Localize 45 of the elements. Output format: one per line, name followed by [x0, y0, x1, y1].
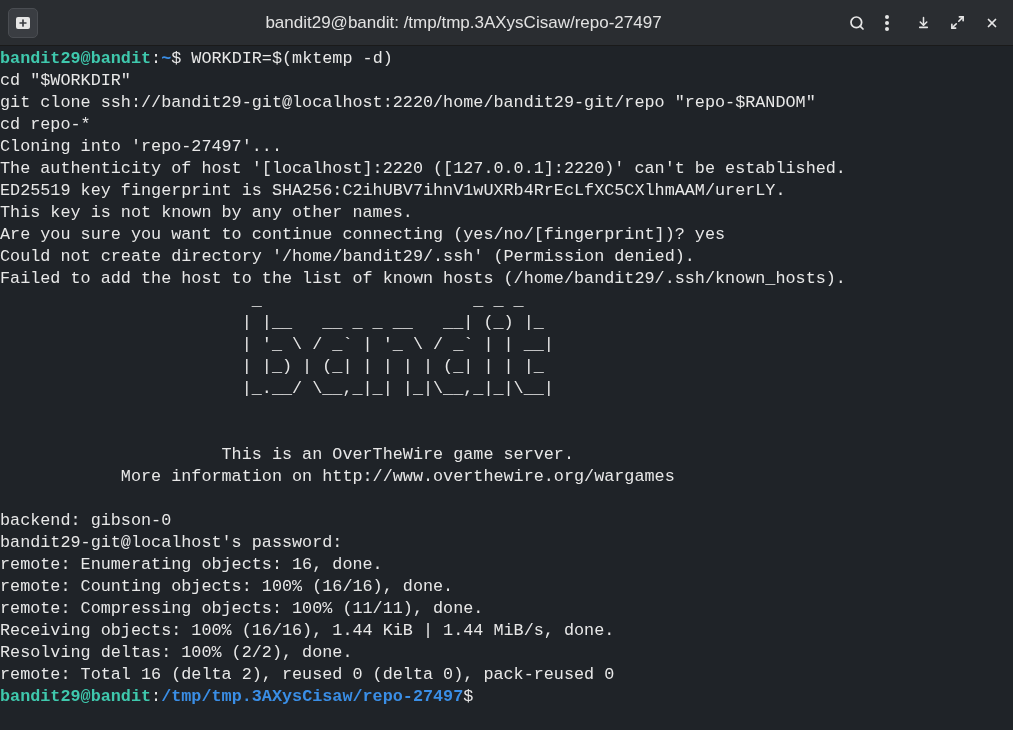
output-line: Receiving objects: 100% (16/16), 1.44 KiB | 1.44 MiB/s, done.	[0, 621, 615, 640]
search-button[interactable]	[849, 14, 865, 31]
output-line: bandit29-git@localhost's password:	[0, 533, 343, 552]
minimize-icon	[917, 16, 930, 29]
output-line: Could not create directory '/home/bandit29/.ssh' (Permission denied).	[0, 247, 695, 266]
prompt-path: /tmp/tmp.3AXysCisaw/repo-27497	[161, 687, 464, 706]
ascii-art-line: | |_) | (_| | | | | (_| | | |_	[240, 357, 544, 376]
output-line: remote: Counting objects: 100% (16/16), done.	[0, 577, 454, 596]
prompt-separator: :	[151, 49, 162, 68]
ascii-art-line: | '_ \ / _` | '_ \ / _` | | __|	[240, 335, 554, 354]
output-line: Resolving deltas: 100% (2/2), done.	[0, 643, 353, 662]
output-line: Failed to add the host to the list of known hosts (/home/bandit29/.ssh/known_hosts).	[0, 269, 846, 288]
output-line: git clone ssh://bandit29-git@localhost:2220/home/bandit29-git/repo "repo-$RANDOM"	[0, 93, 816, 112]
new-tab-icon	[16, 16, 30, 29]
ascii-art-line: _ _ _ _	[250, 291, 524, 310]
minimize-button[interactable]	[917, 16, 930, 29]
search-icon	[849, 14, 865, 31]
output-line: cd repo-*	[0, 115, 91, 134]
output-line: remote: Compressing objects: 100% (11/11), done.	[0, 599, 484, 618]
output-line: This is an OverTheWire game server.	[220, 445, 574, 464]
output-line: backend: gibson-0	[0, 511, 172, 530]
prompt-user: bandit29@bandit	[0, 687, 152, 706]
menu-icon	[885, 14, 889, 31]
menu-button[interactable]	[885, 14, 889, 31]
output-line: Cloning into 'repo-27497'...	[0, 137, 282, 156]
prompt-symbol: $	[171, 49, 182, 68]
output-line: cd "$WORKDIR"	[0, 71, 131, 90]
output-line: remote: Total 16 (delta 2), reused 0 (delta 0), pack-reused 0	[0, 665, 615, 684]
prompt-separator: :	[151, 687, 162, 706]
new-tab-button[interactable]	[8, 7, 38, 38]
command-text: WORKDIR=$(mktemp -d)	[190, 49, 393, 68]
prompt-path: ~	[161, 49, 172, 68]
ascii-art-line: |_.__/ \__,_|_| |_|\__,_|_|\__|	[240, 379, 554, 398]
window-title: bandit29@bandit: /tmp/tmp.3AXysCisaw/repo-27497	[264, 11, 662, 34]
prompt-symbol: $	[463, 687, 474, 706]
output-line: ED25519 key fingerprint is SHA256:C2ihUBV7ihnV1wUXRb4RrEcLfXC5CXlhmAAM/urerLY.	[0, 181, 786, 200]
ascii-art-line: | |__ __ _ _ __ __| (_) |_	[240, 313, 544, 332]
output-line: More information on http://www.overthewire.org/wargames	[119, 467, 675, 486]
output-line: Are you sure you want to continue connecting (yes/no/[fingerprint])? yes	[0, 225, 726, 244]
maximize-icon	[950, 15, 965, 30]
maximize-button[interactable]	[950, 15, 965, 30]
output-line: remote: Enumerating objects: 16, done.	[0, 555, 383, 574]
output-line: This key is not known by any other names.	[0, 203, 413, 222]
output-line: The authenticity of host '[localhost]:2220 ([127.0.0.1]:2220)' can't be established.	[0, 159, 846, 178]
prompt-user: bandit29@bandit	[0, 49, 152, 68]
